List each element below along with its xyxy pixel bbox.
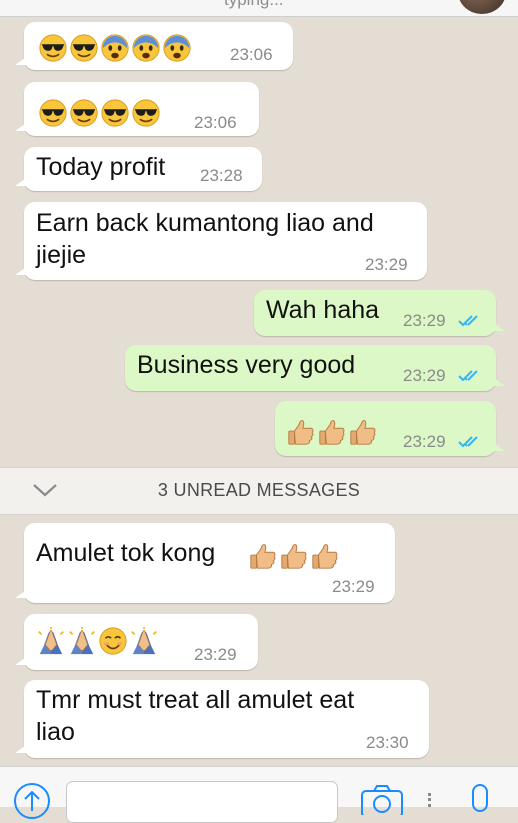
fearful-face-icon — [101, 34, 129, 62]
input-bar — [0, 766, 518, 823]
message-outgoing[interactable]: Business very good 23:29 — [125, 345, 505, 391]
smiling-face-icon — [99, 627, 127, 655]
dots-separator — [428, 793, 434, 807]
message-time: 23:06 — [230, 45, 273, 64]
read-ticks-icon — [458, 315, 478, 327]
sunglasses-face-icon — [70, 99, 98, 127]
message-incoming[interactable]: Amulet tok kong 23:29 — [15, 523, 395, 603]
message-time: 23:30 — [366, 733, 409, 752]
message-time: 23:29 — [194, 645, 237, 664]
thumbs-up-icon — [281, 544, 307, 569]
microphone-icon[interactable] — [468, 781, 492, 821]
message-text-line: Tmr must treat all amulet eat — [36, 686, 355, 714]
thumbs-up-icon — [288, 420, 314, 445]
thumbs-up-icon — [350, 420, 376, 445]
avatar[interactable] — [458, 0, 506, 14]
sunglasses-face-icon — [39, 99, 67, 127]
chat-header: typing... — [0, 0, 518, 17]
message-text: Business very good — [137, 351, 356, 379]
message-incoming[interactable]: 23:06 — [15, 22, 293, 70]
fearful-face-icon — [132, 34, 160, 62]
message-text: Wah haha — [266, 296, 380, 324]
message-time: 23:28 — [200, 166, 243, 185]
message-time: 23:29 — [403, 432, 446, 451]
share-arrow-icon[interactable] — [12, 781, 52, 821]
praying-hands-icon — [38, 626, 64, 655]
message-outgoing[interactable]: Wah haha 23:29 — [254, 290, 505, 336]
read-ticks-icon — [458, 370, 478, 382]
camera-icon[interactable] — [360, 785, 404, 815]
thumbs-up-icon — [319, 420, 345, 445]
sunglasses-face-icon — [132, 99, 160, 127]
unread-label: 3 UNREAD MESSAGES — [157, 480, 361, 500]
message-incoming[interactable]: Earn back kumantong liao and jiejie 23:2… — [15, 202, 427, 280]
message-incoming[interactable]: 23:06 — [15, 82, 259, 136]
sunglasses-face-icon — [39, 34, 67, 62]
praying-hands-icon — [69, 626, 95, 655]
sunglasses-face-icon — [70, 34, 98, 62]
unread-divider: 3 UNREAD MESSAGES — [0, 467, 518, 515]
message-time: 23:29 — [403, 366, 446, 385]
message-time: 23:29 — [365, 255, 408, 274]
thumbs-up-icon — [312, 544, 338, 569]
sunglasses-face-icon — [101, 99, 129, 127]
fearful-face-icon — [163, 34, 191, 62]
read-ticks-icon — [458, 436, 478, 448]
message-time: 23:29 — [332, 577, 375, 596]
thumbs-up-icon — [250, 544, 276, 569]
typing-status: typing... — [224, 0, 284, 10]
praying-hands-icon — [131, 626, 157, 655]
message-input[interactable] — [66, 781, 338, 823]
message-time: 23:29 — [403, 311, 446, 330]
message-text: Amulet tok kong — [36, 539, 216, 567]
message-text-line: Earn back kumantong liao and — [36, 209, 374, 237]
message-incoming[interactable]: Today profit 23:28 — [15, 147, 262, 191]
message-incoming[interactable]: Tmr must treat all amulet eat liao 23:30 — [15, 680, 429, 758]
message-outgoing[interactable]: 23:29 — [275, 401, 505, 456]
message-incoming[interactable]: 23:29 — [15, 614, 258, 670]
message-text-line: liao — [36, 718, 75, 746]
message-text: Today profit — [36, 153, 166, 181]
message-time: 23:06 — [194, 113, 237, 132]
message-text-line: jiejie — [36, 241, 87, 269]
